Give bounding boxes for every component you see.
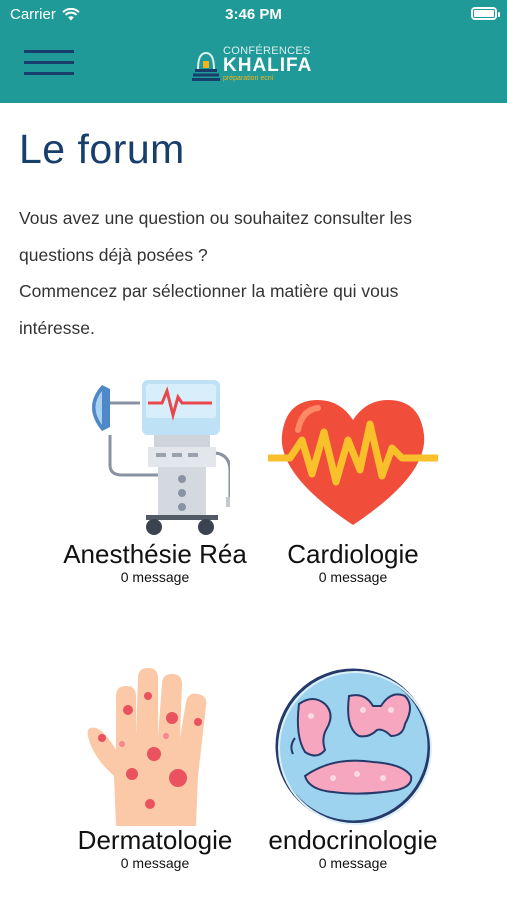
intro-text: Vous avez une question ou souhaitez cons… — [19, 200, 489, 346]
subject-message-count: 0 message — [120, 569, 190, 585]
page-title: Le forum — [19, 126, 185, 172]
subject-name: endocrinologie — [268, 825, 438, 855]
logo-mark-icon — [192, 51, 220, 81]
intro-line: Vous avez une question ou souhaitez cons… — [19, 208, 413, 228]
subject-name: Cardiologie — [287, 539, 419, 569]
rash-hand-icon — [87, 668, 207, 826]
subject-message-count: 0 message — [318, 569, 388, 585]
heart-pulse-icon — [268, 400, 438, 525]
status-bar: Carrier 3:46 PM — [0, 0, 507, 28]
ventilator-icon — [92, 380, 230, 535]
app-logo[interactable]: CONFÉRENCES KHALIFA préparation ecni — [192, 45, 322, 85]
logo-line-3: préparation ecni — [223, 75, 274, 82]
intro-line: intéresse. — [19, 317, 95, 338]
intro-line: questions déjà posées ? — [19, 244, 208, 265]
subject-card-dermatologie[interactable]: Dermatologie 0 message — [60, 666, 250, 872]
subject-card-cardiologie[interactable]: Cardiologie 0 message — [258, 390, 448, 586]
subject-card-endocrinologie[interactable]: endocrinologie 0 message — [258, 666, 448, 872]
subject-name: Anesthésie Réa — [63, 539, 247, 569]
logo-line-2: KHALIFA — [223, 55, 313, 76]
battery-icon — [471, 7, 500, 20]
glands-icon — [275, 668, 432, 825]
menu-bar-icon — [24, 61, 74, 64]
menu-bar-icon — [24, 50, 74, 53]
hamburger-menu-button[interactable] — [24, 50, 74, 80]
subject-message-count: 0 message — [318, 855, 388, 871]
subject-message-count: 0 message — [120, 855, 190, 871]
status-time: 3:46 PM — [225, 6, 282, 23]
subject-card-anesthesie[interactable]: Anesthésie Réa 0 message — [60, 375, 250, 586]
subject-name: Dermatologie — [77, 825, 233, 855]
menu-bar-icon — [24, 72, 74, 75]
app-header: Carrier 3:46 PM CONFÉRENCES KHALIFA prép… — [0, 0, 507, 103]
intro-line: Commencez par sélectionner la matière qu… — [19, 281, 399, 301]
